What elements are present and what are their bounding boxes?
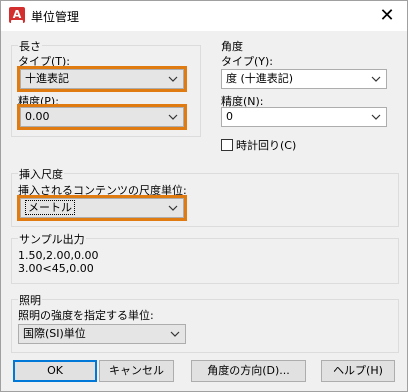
sample-line-2: 3.00<45,0.00 — [18, 262, 94, 275]
lighting-group-label: 照明 — [18, 292, 42, 308]
angle-precision-select[interactable]: 0 — [221, 107, 387, 127]
units-dialog: A 単位管理 ✕ 長さ タイプ(T): 十進表記 精度(P): 0.00 角度 … — [0, 0, 408, 392]
length-precision-select[interactable]: 0.00 — [20, 107, 184, 127]
chevron-down-icon — [168, 108, 180, 126]
length-group-label: 長さ — [18, 38, 42, 54]
angle-type-label: タイプ(Y): — [221, 55, 274, 68]
ok-button[interactable]: OK — [13, 360, 97, 382]
insertion-units-value: メートル — [25, 200, 75, 215]
lighting-units-select[interactable]: 国際(SI)単位 — [18, 324, 186, 344]
angle-group-label: 角度 — [221, 38, 243, 54]
sample-output-group-label: サンプル出力 — [18, 231, 86, 247]
help-button[interactable]: ヘルプ(H) — [321, 360, 395, 382]
close-icon[interactable]: ✕ — [373, 3, 401, 29]
chevron-down-icon — [168, 70, 180, 88]
insertion-scale-group-label: 挿入尺度 — [18, 166, 64, 182]
chevron-down-icon — [371, 108, 383, 126]
lighting-units-label: 照明の強度を指定する単位: — [18, 309, 154, 322]
dialog-title: 単位管理 — [31, 10, 80, 24]
chevron-down-icon — [168, 199, 180, 217]
sample-line-1: 1.50,2.00,0.00 — [18, 249, 99, 262]
length-precision-value: 0.00 — [25, 110, 50, 123]
angle-type-value: 度 (十進表記) — [226, 72, 294, 85]
chevron-down-icon — [170, 325, 182, 343]
angle-type-select[interactable]: 度 (十進表記) — [221, 69, 387, 89]
chevron-down-icon — [371, 70, 383, 88]
cancel-button[interactable]: キャンセル — [99, 360, 174, 382]
insertion-units-select[interactable]: メートル — [20, 198, 184, 218]
angle-direction-button[interactable]: 角度の方向(D)... — [191, 360, 306, 382]
clockwise-checkbox[interactable] — [221, 139, 233, 151]
angle-precision-value: 0 — [226, 110, 233, 123]
length-type-select[interactable]: 十進表記 — [20, 69, 184, 89]
lighting-units-value: 国際(SI)単位 — [23, 327, 86, 340]
title-bar: A 単位管理 ✕ — [1, 1, 407, 31]
length-type-value: 十進表記 — [25, 72, 69, 85]
clockwise-label[interactable]: 時計回り(C) — [236, 137, 296, 153]
autocad-app-icon: A — [9, 7, 25, 24]
